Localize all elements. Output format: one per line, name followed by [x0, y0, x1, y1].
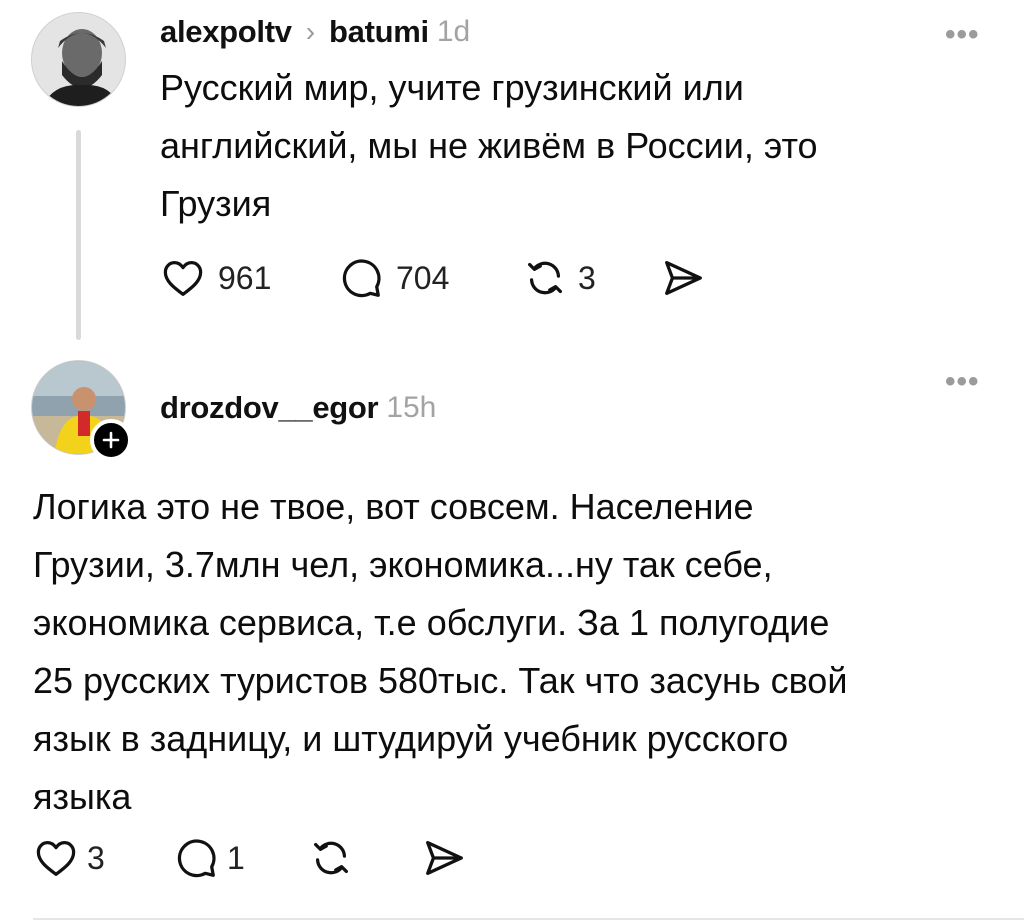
like-button[interactable]: 961	[160, 255, 271, 301]
post-body: Русский мир, учите грузинский или англий…	[160, 59, 1000, 233]
post-header: drozdov__egor 15h	[160, 386, 436, 430]
post-body: Логика это не твое, вот совсем. Населени…	[33, 478, 1013, 826]
thread-line	[76, 130, 81, 340]
post-text-line: Русский мир, учите грузинский или	[160, 67, 744, 108]
repost-icon	[314, 841, 348, 875]
post-text-line: языка	[33, 776, 132, 817]
comment-button[interactable]: 1	[173, 835, 245, 881]
post-text-line: язык в задницу, и штудируй учебник русск…	[33, 718, 789, 759]
post-text-line: экономика сервиса, т.е обслуги. За 1 пол…	[33, 602, 830, 643]
author-username[interactable]: alexpoltv	[160, 14, 292, 50]
post-text-line: 25 русских туристов 580тыс. Так что засу…	[33, 660, 848, 701]
repost-button[interactable]	[308, 835, 354, 881]
post-text-line: Грузия	[160, 183, 272, 224]
post-actions: 961 704 3	[160, 255, 760, 305]
follow-button[interactable]	[90, 419, 132, 461]
post-header: alexpoltv › batumi 1d	[160, 10, 470, 54]
post-time: 15h	[386, 391, 437, 424]
post-text-line: английский, мы не живём в России, это	[160, 125, 818, 166]
post-text-line: Логика это не твое, вот совсем. Населени…	[33, 486, 754, 527]
community-name[interactable]: batumi	[329, 14, 429, 50]
comment-count: 704	[396, 259, 450, 296]
comment-count: 1	[227, 839, 245, 876]
more-options-icon[interactable]: •••	[945, 367, 980, 397]
repost-count: 3	[578, 259, 596, 296]
heart-icon	[36, 841, 76, 876]
like-button[interactable]: 3	[33, 835, 105, 881]
comment-bubble-icon	[177, 839, 216, 878]
more-options-icon[interactable]: •••	[945, 20, 980, 50]
share-button[interactable]	[660, 255, 706, 301]
repost-button[interactable]: 3	[522, 255, 596, 301]
post-time: 1d	[436, 15, 471, 48]
send-icon	[665, 261, 702, 295]
share-button[interactable]	[421, 835, 467, 881]
repost-icon	[528, 261, 562, 295]
author-username[interactable]: drozdov__egor	[160, 390, 379, 426]
comment-bubble-icon	[342, 259, 381, 298]
post-actions: 3 1	[33, 835, 533, 885]
post-divider	[33, 918, 1024, 920]
chevron-right-icon: ›	[305, 16, 316, 47]
like-count: 961	[218, 259, 272, 296]
plus-icon	[102, 431, 120, 449]
avatar-alexpoltv[interactable]	[31, 12, 126, 107]
send-icon	[426, 841, 463, 875]
heart-icon	[163, 261, 203, 296]
post-text-line: Грузии, 3.7млн чел, экономика...ну так с…	[33, 544, 773, 585]
like-count: 3	[87, 839, 105, 876]
comment-button[interactable]: 704	[338, 255, 449, 301]
